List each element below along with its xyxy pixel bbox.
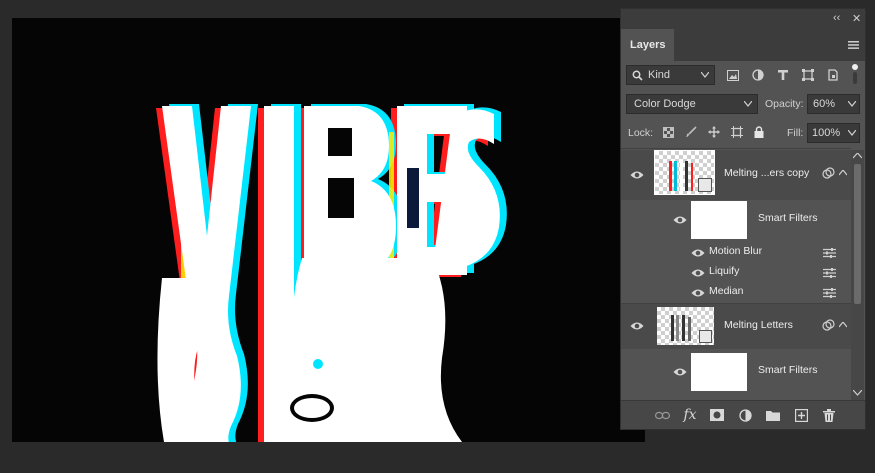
layer-thumbnail — [657, 307, 714, 345]
new-adjustment-layer-icon[interactable] — [737, 407, 753, 423]
layer-thumbnail — [654, 150, 715, 195]
filter-kind-select[interactable]: Kind — [626, 65, 715, 85]
smart-object-badge-icon — [698, 178, 712, 192]
new-layer-icon[interactable] — [793, 407, 809, 423]
blend-mode-select[interactable]: Color Dodge — [626, 94, 758, 114]
smart-filters-row[interactable]: Smart Filters — [621, 350, 851, 395]
adjustment-layer-filter-icon[interactable] — [751, 68, 765, 82]
lock-label: Lock: — [628, 127, 654, 139]
lock-image-pixels-icon[interactable] — [684, 125, 698, 139]
filter-name: Liquify — [709, 265, 740, 277]
filter-options-icon[interactable] — [823, 268, 836, 278]
filter-median[interactable]: Median — [621, 283, 851, 303]
smart-filters-label: Smart Filters — [758, 212, 818, 224]
chevron-down-icon[interactable] — [848, 101, 856, 107]
filter-kind-label: Kind — [648, 69, 671, 81]
filter-name: Median — [709, 285, 744, 297]
lock-artboard-icon[interactable] — [730, 125, 744, 139]
pixel-layer-filter-icon[interactable] — [726, 68, 740, 82]
divider — [621, 148, 851, 149]
opacity-value: 60% — [813, 98, 836, 110]
smart-object-filter-icon[interactable] — [826, 68, 840, 82]
collapse-panel-button[interactable]: ‹‹ — [833, 12, 840, 24]
eye-icon[interactable] — [673, 367, 687, 377]
filter-toggle-switch[interactable] — [850, 64, 859, 86]
panel-title-bar: ‹‹ ✕ — [621, 9, 865, 29]
layers-bottom-toolbar: fx — [621, 400, 865, 429]
panel-menu-icon[interactable] — [848, 41, 859, 49]
lock-position-icon[interactable] — [707, 125, 721, 139]
chevron-down-icon[interactable] — [848, 130, 856, 136]
close-panel-button[interactable]: ✕ — [852, 12, 861, 25]
vibes-artwork — [156, 104, 507, 442]
fill-label: Fill: — [787, 127, 804, 139]
link-layers-icon[interactable] — [654, 407, 670, 423]
smart-filters-row[interactable]: Smart Filters — [621, 200, 851, 243]
type-layer-filter-icon[interactable] — [776, 68, 790, 82]
add-mask-icon[interactable] — [709, 407, 725, 423]
search-icon — [632, 70, 643, 81]
eye-icon[interactable] — [630, 170, 644, 180]
chevron-down-icon — [744, 101, 752, 107]
blend-mode-value: Color Dodge — [634, 98, 696, 110]
layer-name[interactable]: Melting Letters — [724, 319, 793, 331]
filter-liquify[interactable]: Liquify — [621, 263, 851, 283]
chevron-up-icon[interactable] — [839, 170, 847, 176]
layer-name[interactable]: Melting ...ers copy — [724, 167, 809, 179]
layer-row-melting-copy[interactable]: Melting ...ers copy — [621, 150, 851, 200]
layer-row-melting-letters[interactable]: Melting Letters — [621, 304, 851, 349]
filter-options-icon[interactable] — [823, 288, 836, 298]
delete-layer-icon[interactable] — [821, 407, 837, 423]
document-canvas[interactable] — [12, 18, 645, 442]
layer-style-fx-icon[interactable]: fx — [682, 407, 698, 423]
eye-icon[interactable] — [673, 215, 687, 225]
eye-icon[interactable] — [630, 321, 644, 331]
filter-motion-blur[interactable]: Motion Blur — [621, 243, 851, 263]
lock-transparent-pixels-icon[interactable] — [661, 125, 675, 139]
layers-scrollbar[interactable] — [851, 150, 864, 400]
chevron-up-icon[interactable] — [839, 322, 847, 328]
smart-filters-label: Smart Filters — [758, 364, 818, 376]
panel-tab-row: Layers — [621, 29, 865, 61]
eye-icon[interactable] — [691, 268, 705, 278]
lock-all-icon[interactable] — [752, 125, 766, 139]
tab-layers[interactable]: Layers — [621, 29, 674, 61]
filter-options-icon[interactable] — [823, 248, 836, 258]
scroll-up-icon[interactable] — [853, 153, 862, 159]
smart-object-badge-icon — [699, 330, 712, 343]
eye-icon[interactable] — [691, 288, 705, 298]
new-group-folder-icon[interactable] — [765, 407, 781, 423]
fill-field[interactable]: 100% — [807, 123, 860, 143]
fill-value: 100% — [812, 127, 841, 139]
chevron-down-icon — [701, 72, 709, 78]
smart-filter-link-icon[interactable] — [822, 167, 835, 179]
opacity-label: Opacity: — [765, 98, 804, 110]
shape-layer-filter-icon[interactable] — [801, 68, 815, 82]
opacity-field[interactable]: 60% — [807, 94, 860, 114]
layers-panel: ‹‹ ✕ Layers Kind Color Dodge Opacity: 60… — [620, 8, 866, 430]
scrollbar-thumb[interactable] — [854, 164, 861, 304]
eye-icon[interactable] — [691, 248, 705, 258]
filter-name: Motion Blur — [709, 245, 763, 257]
smart-filter-link-icon[interactable] — [822, 319, 835, 331]
filter-mask-thumbnail — [691, 201, 747, 239]
scroll-down-icon[interactable] — [853, 390, 862, 396]
filter-mask-thumbnail — [691, 353, 747, 391]
